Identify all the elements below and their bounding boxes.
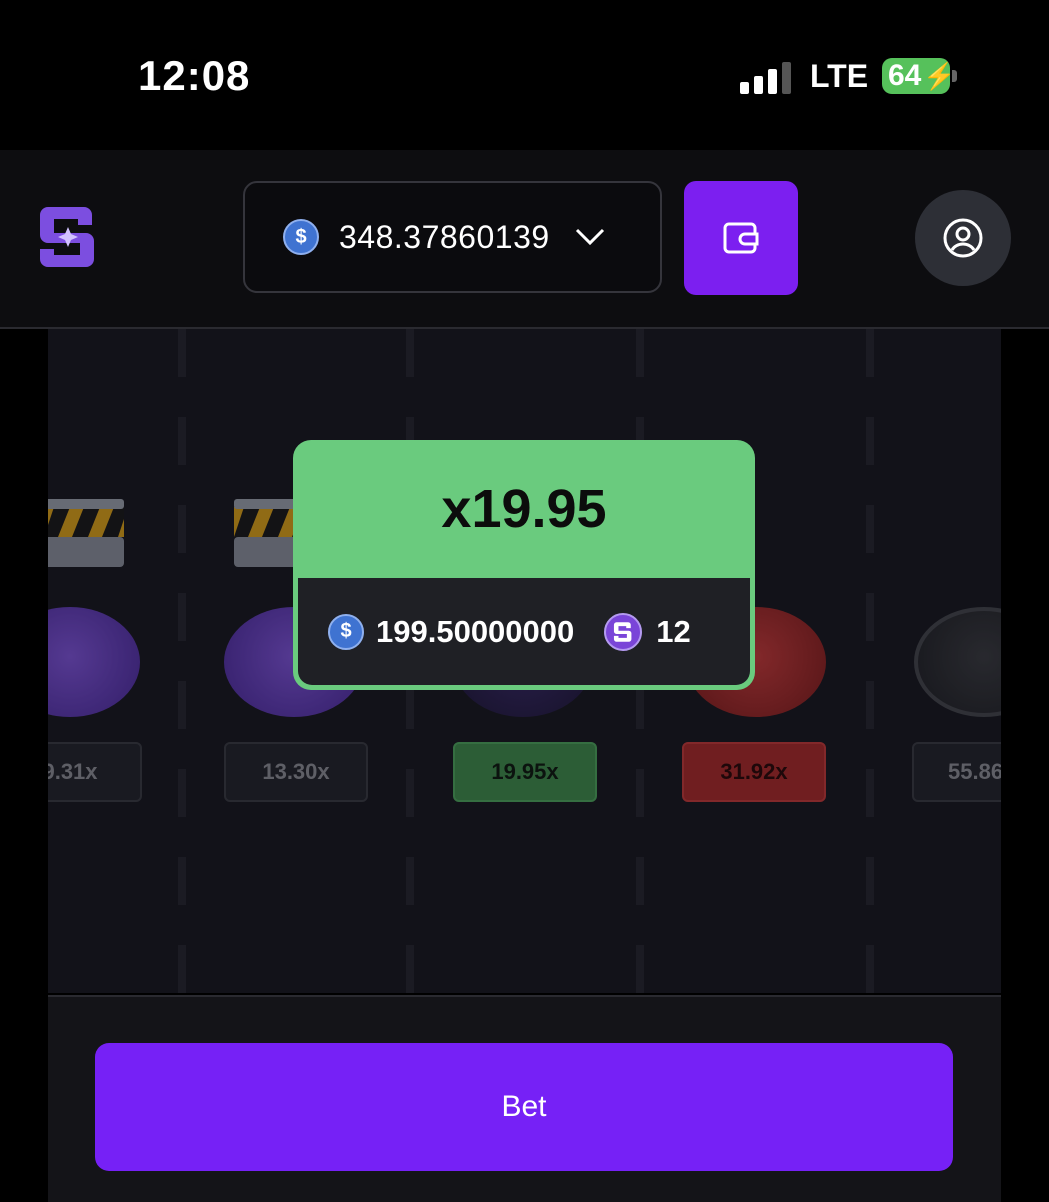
- win-details: $ 199.50000000 12: [298, 578, 750, 685]
- network-type: LTE: [810, 58, 869, 94]
- chevron-down-icon: [575, 228, 604, 246]
- user-icon: [943, 218, 983, 258]
- usdc-coin-icon: $: [328, 613, 364, 650]
- battery-indicator: 64 ⚡: [882, 58, 956, 94]
- brand-logo-icon[interactable]: [38, 203, 98, 271]
- win-popup: x19.95 $ 199.50000000 12: [293, 440, 755, 690]
- profile-button[interactable]: [915, 190, 1011, 286]
- win-amount: 199.50000000: [376, 613, 575, 649]
- balance-amount: 348.37860139: [339, 218, 550, 255]
- brand-token-icon: [604, 612, 643, 651]
- usdc-coin-icon: $: [283, 219, 319, 255]
- wallet-button[interactable]: [684, 181, 798, 295]
- balance-selector[interactable]: $ 348.37860139: [243, 181, 662, 293]
- token-count: 12: [656, 613, 691, 649]
- battery-cap: [952, 70, 957, 82]
- status-time: 12:08: [138, 52, 251, 99]
- bet-button[interactable]: Bet: [95, 1043, 953, 1171]
- wallet-icon: [723, 222, 759, 254]
- signal-strength-icon: [740, 60, 794, 94]
- charging-icon: ⚡: [923, 60, 956, 91]
- win-multiplier: x19.95: [441, 479, 607, 539]
- battery-level: 64: [888, 59, 922, 92]
